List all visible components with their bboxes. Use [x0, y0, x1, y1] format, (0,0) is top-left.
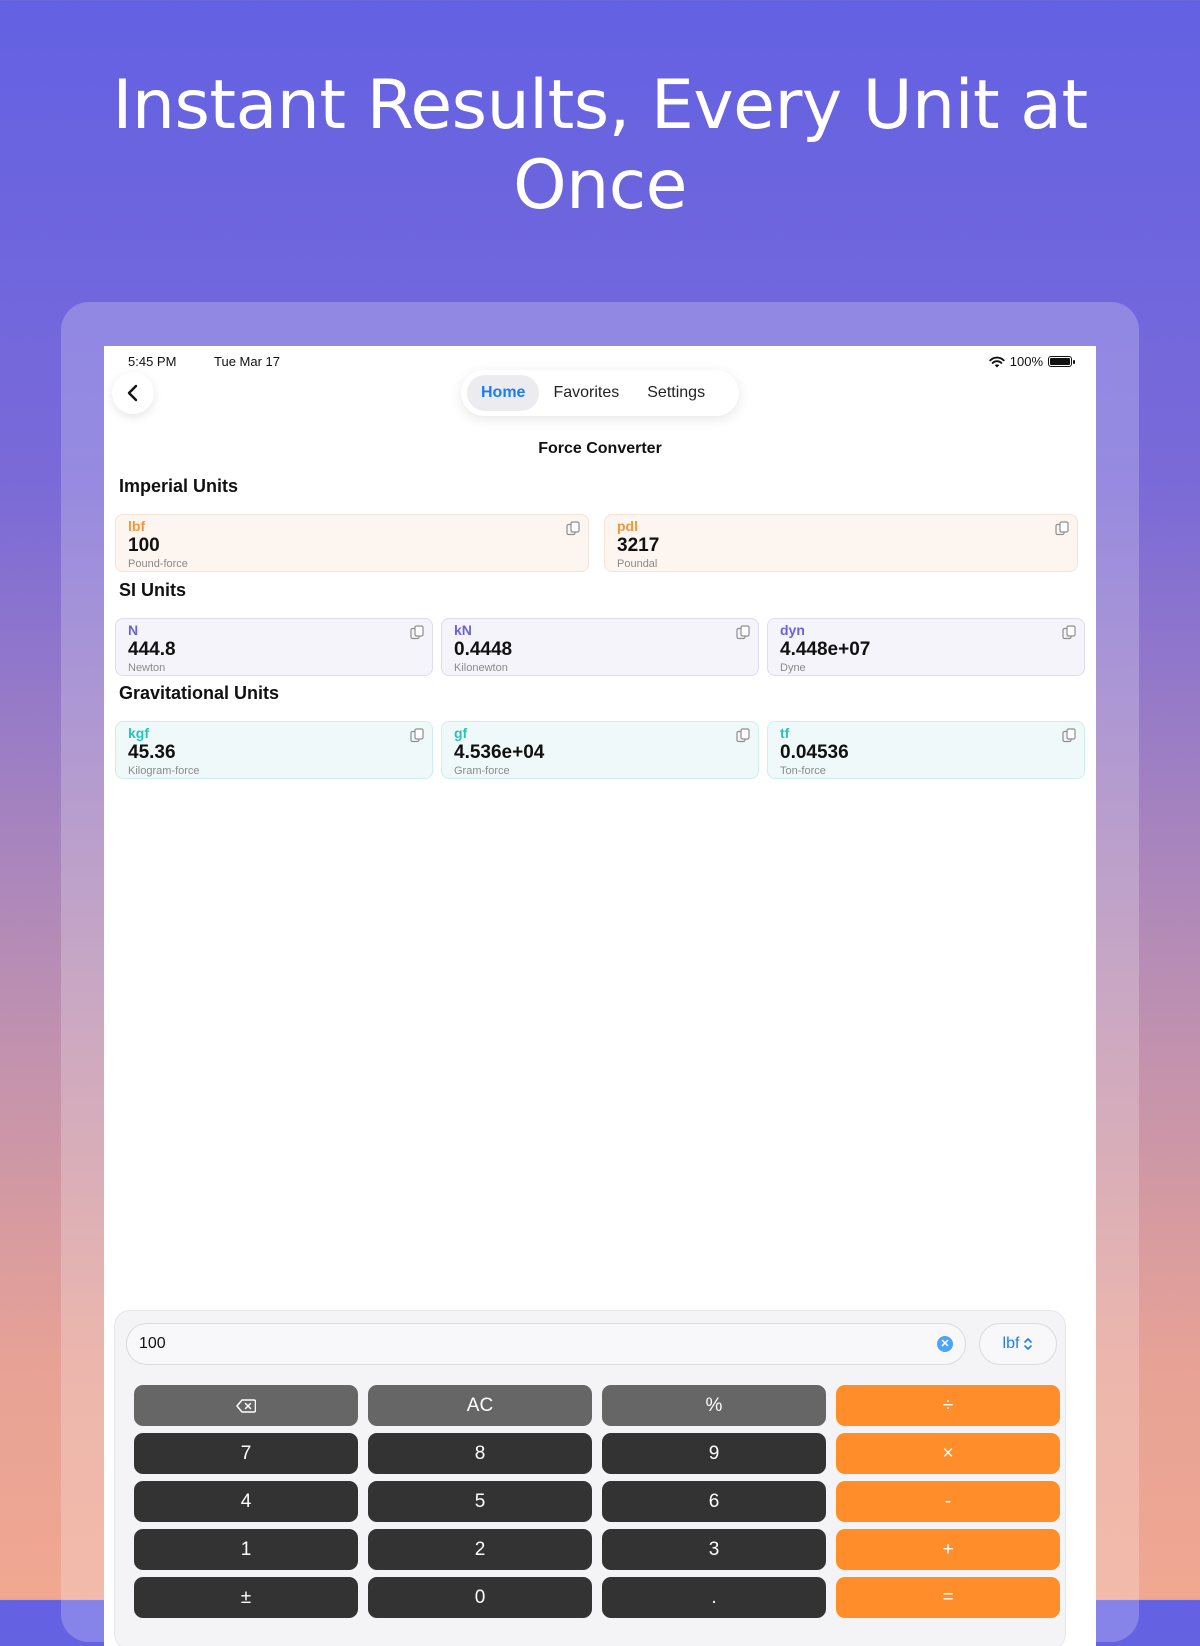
unit-card-lbf[interactable]: lbf 100 Pound-force — [115, 514, 589, 572]
subtract-key[interactable]: - — [836, 1481, 1060, 1522]
copy-icon[interactable] — [1062, 625, 1076, 640]
copy-icon[interactable] — [410, 625, 424, 640]
add-key[interactable]: + — [836, 1529, 1060, 1570]
unit-symbol: lbf — [128, 518, 146, 534]
unit-name: Pound-force — [128, 558, 188, 570]
clear-input-icon[interactable]: ✕ — [937, 1336, 953, 1352]
unit-card-tf[interactable]: tf 0.04536 Ton-force — [767, 721, 1085, 779]
tab-favorites[interactable]: Favorites — [539, 375, 633, 411]
calculator-panel: 100 ✕ lbf AC % ÷ 7 8 9 × 4 5 6 - 1 2 3 +… — [114, 1310, 1066, 1646]
wifi-icon — [989, 356, 1005, 367]
unit-name: Ton-force — [780, 765, 826, 777]
key-5[interactable]: 5 — [368, 1481, 592, 1522]
unit-name: Kilonewton — [454, 662, 508, 674]
battery-icon — [1048, 356, 1075, 367]
unit-value: 0.04536 — [780, 742, 849, 763]
divide-key[interactable]: ÷ — [836, 1385, 1060, 1426]
key-4[interactable]: 4 — [134, 1481, 358, 1522]
copy-icon[interactable] — [566, 521, 580, 536]
key-3[interactable]: 3 — [602, 1529, 826, 1570]
unit-symbol: kgf — [128, 725, 149, 741]
tab-settings[interactable]: Settings — [633, 375, 719, 411]
copy-icon[interactable] — [1055, 521, 1069, 536]
unit-name: Kilogram-force — [128, 765, 200, 777]
unit-name: Dyne — [780, 662, 806, 674]
key-2[interactable]: 2 — [368, 1529, 592, 1570]
unit-value: 45.36 — [128, 742, 176, 763]
unit-card-gf[interactable]: gf 4.536e+04 Gram-force — [441, 721, 759, 779]
headline-line-1: Instant Results, Every Unit at — [112, 66, 1088, 145]
key-9[interactable]: 9 — [602, 1433, 826, 1474]
unit-card-kgf[interactable]: kgf 45.36 Kilogram-force — [115, 721, 433, 779]
headline: Instant Results, Every Unit at Once — [0, 66, 1200, 226]
key-6[interactable]: 6 — [602, 1481, 826, 1522]
unit-symbol: tf — [780, 725, 790, 741]
unit-select[interactable]: lbf — [979, 1323, 1057, 1365]
section-title-imperial: Imperial Units — [119, 476, 239, 496]
copy-icon[interactable] — [410, 728, 424, 743]
key-7[interactable]: 7 — [134, 1433, 358, 1474]
key-8[interactable]: 8 — [368, 1433, 592, 1474]
copy-icon[interactable] — [1062, 728, 1076, 743]
unit-card-kn[interactable]: kN 0.4448 Kilonewton — [441, 618, 759, 676]
section-title-gravitational: Gravitational Units — [119, 683, 280, 703]
key-1[interactable]: 1 — [134, 1529, 358, 1570]
percent-key[interactable]: % — [602, 1385, 826, 1426]
headline-line-2: Once — [513, 146, 687, 225]
unit-symbol: N — [128, 622, 139, 638]
key-0[interactable]: 0 — [368, 1577, 592, 1618]
value-input-text: 100 — [139, 1335, 166, 1352]
unit-value: 3217 — [617, 535, 660, 556]
unit-card-pdl[interactable]: pdl 3217 Poundal — [604, 514, 1078, 572]
unit-symbol: dyn — [780, 622, 805, 638]
tab-home[interactable]: Home — [467, 375, 540, 411]
chevron-left-icon — [127, 384, 138, 402]
value-input[interactable]: 100 ✕ — [126, 1323, 966, 1365]
all-clear-key[interactable]: AC — [368, 1385, 592, 1426]
backspace-key[interactable] — [134, 1385, 358, 1426]
unit-select-value: lbf — [1002, 1335, 1020, 1352]
battery-percent: 100% — [1009, 354, 1043, 369]
status-time: 5:45 PM — [128, 354, 177, 369]
decimal-key[interactable]: . — [602, 1577, 826, 1618]
copy-icon[interactable] — [736, 728, 750, 743]
copy-icon[interactable] — [736, 625, 750, 640]
unit-symbol: kN — [454, 622, 472, 638]
unit-value: 0.4448 — [454, 639, 513, 660]
unit-value: 444.8 — [128, 639, 176, 660]
unit-card-dyn[interactable]: dyn 4.448e+07 Dyne — [767, 618, 1085, 676]
section-title-si: SI Units — [119, 580, 187, 600]
equals-key[interactable]: = — [836, 1577, 1060, 1618]
unit-value: 4.536e+04 — [454, 742, 545, 763]
sign-key[interactable]: ± — [134, 1577, 358, 1618]
back-button[interactable] — [112, 372, 154, 414]
app-screen: 5:45 PM Tue Mar 17 100% Home Favorites S… — [104, 346, 1096, 1646]
unit-name: Gram-force — [454, 765, 510, 777]
page-title: Force Converter — [538, 440, 662, 457]
unit-symbol: gf — [454, 725, 468, 741]
unit-name: Newton — [128, 662, 166, 674]
unit-value: 4.448e+07 — [780, 639, 871, 660]
tab-bar: Home Favorites Settings — [461, 370, 739, 416]
chevron-up-down-icon — [1024, 1338, 1033, 1350]
unit-symbol: pdl — [617, 518, 638, 534]
status-date: Tue Mar 17 — [214, 354, 280, 369]
unit-card-n[interactable]: N 444.8 Newton — [115, 618, 433, 676]
unit-name: Poundal — [617, 558, 658, 570]
multiply-key[interactable]: × — [836, 1433, 1060, 1474]
backspace-icon — [236, 1398, 256, 1413]
unit-value: 100 — [128, 535, 160, 556]
